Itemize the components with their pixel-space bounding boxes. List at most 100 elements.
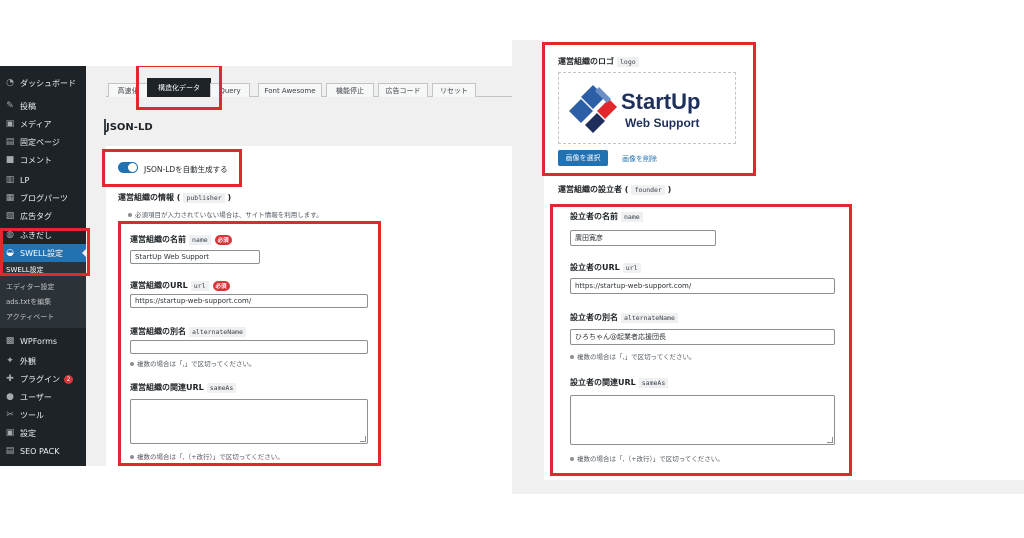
founder-heading-text: 運営組織の設立者 — [558, 185, 622, 194]
founder-url-label: 設立者のURL url — [570, 262, 641, 273]
tab-ad-code[interactable]: 広告コード — [378, 83, 428, 97]
sidebar-item-label: LP — [20, 175, 30, 185]
media-icon: ▣ — [5, 119, 15, 129]
sidebar-item-appearance[interactable]: ✦ 外観 — [0, 352, 86, 370]
publisher-heading: 運営組織の情報 (publisher ) — [118, 193, 232, 203]
founder-alt-code: alternateName — [621, 313, 678, 323]
jsonld-toggle[interactable] — [118, 162, 138, 173]
sidebar-item-seo-pack[interactable]: ▤ SEO PACK — [0, 442, 86, 460]
publisher-note-text: 必須項目が入力されていない場合は、サイト情報を利用します。 — [135, 211, 323, 219]
pin-icon: ✎ — [6, 101, 14, 111]
resize-handle-icon[interactable] — [827, 437, 833, 443]
org-alt-note: 複数の場合は「,」で区切ってください。 — [130, 358, 256, 368]
settings-icon: ▣ — [5, 428, 15, 438]
founder-sameas-label: 設立者の関連URL sameAs — [570, 377, 669, 388]
toggle-knob — [128, 163, 137, 172]
tools-icon: ✂ — [6, 410, 14, 420]
sidebar-item-swell-settings[interactable]: ◒ SWELL設定 — [0, 244, 86, 262]
org-sameas-note-text: 複数の場合は「,（+改行）」で区切ってください。 — [137, 453, 284, 461]
sidebar-item-comments[interactable]: ■ コメント — [0, 151, 86, 169]
section-title: JSON-LD — [106, 122, 153, 133]
submenu-swell-settings[interactable]: SWELL設定 — [0, 262, 86, 278]
org-name-code: name — [189, 235, 211, 245]
sidebar-item-label: SWELL設定 — [20, 248, 63, 258]
logo-label-text: 運営組織のロゴ — [558, 57, 614, 66]
bullet-icon — [570, 355, 574, 359]
sidebar-item-tools[interactable]: ✂ ツール — [0, 406, 86, 424]
tab-speedup[interactable]: 高速化 — [108, 83, 148, 97]
org-alt-input[interactable] — [130, 340, 368, 354]
founder-name-input[interactable]: 廣田寛彦 — [570, 230, 716, 246]
org-alt-code: alternateName — [189, 327, 246, 337]
wpforms-icon: ▩ — [5, 336, 15, 346]
founder-alt-note-text: 複数の場合は「,」で区切ってください。 — [577, 353, 696, 361]
founder-url-input[interactable]: https://startup-web-support.com/ — [570, 278, 835, 294]
select-image-button[interactable]: 画像を選択 — [558, 150, 608, 166]
founder-sameas-note-text: 複数の場合は「,（+改行）」で区切ってください。 — [577, 455, 724, 463]
org-sameas-textarea[interactable] — [130, 399, 368, 444]
org-alt-label: 運営組織の別名 alternateName — [130, 326, 246, 337]
sidebar-item-media[interactable]: ▣ メディア — [0, 115, 86, 133]
tab-reset[interactable]: リセット — [432, 83, 476, 97]
admin-sidebar: ◔ ダッシュボード ✎ 投稿 ▣ メディア ▤ 固定ページ ■ コメント ▥ LP ▦ ブログ… — [0, 66, 86, 466]
sidebar-item-wpforms[interactable]: ▩ WPForms — [0, 332, 86, 350]
tab-font-awesome[interactable]: Font Awesome — [258, 83, 322, 97]
org-url-code: url — [190, 281, 209, 291]
founder-sameas-note: 複数の場合は「,（+改行）」で区切ってください。 — [570, 453, 724, 463]
bullet-icon — [130, 455, 134, 459]
founder-url-label-text: 設立者のURL — [570, 263, 620, 272]
founder-name-label: 設立者の名前 name — [570, 211, 643, 222]
tab-disable-features[interactable]: 機能停止 — [326, 83, 374, 97]
org-sameas-label: 運営組織の関連URL sameAs — [130, 382, 237, 393]
founder-alt-input[interactable]: ひろちゃん@起業者応援団長 — [570, 329, 835, 345]
org-url-label: 運営組織のURL url 必須 — [130, 280, 230, 291]
publisher-code: publisher — [183, 193, 225, 203]
submenu-item-activate[interactable]: アクティベート — [6, 312, 54, 322]
bullet-icon — [130, 362, 134, 366]
sidebar-item-label: ツール — [20, 410, 44, 420]
tab-query[interactable]: Query — [210, 83, 250, 97]
founder-heading: 運営組織の設立者 (founder ) — [558, 185, 672, 195]
sidebar-item-balloon[interactable]: ◍ ふきだし — [0, 226, 86, 244]
org-alt-label-text: 運営組織の別名 — [130, 327, 186, 336]
sidebar-item-blog-parts[interactable]: ▦ ブログパーツ — [0, 189, 86, 207]
sidebar-item-label: SEO PACK — [20, 446, 60, 456]
sidebar-item-label: コメント — [20, 155, 52, 165]
org-sameas-code: sameAs — [206, 383, 237, 393]
sidebar-item-lp[interactable]: ▥ LP — [0, 171, 86, 189]
publisher-note: 必須項目が入力されていない場合は、サイト情報を利用します。 — [128, 209, 323, 219]
resize-handle-icon[interactable] — [360, 436, 366, 442]
page-icon: ▤ — [5, 137, 15, 147]
org-url-label-text: 運営組織のURL — [130, 281, 188, 290]
sidebar-item-dashboard[interactable]: ◔ ダッシュボード — [0, 74, 86, 92]
founder-alt-note: 複数の場合は「,」で区切ってください。 — [570, 351, 696, 361]
startup-logo-mark — [569, 85, 617, 133]
sidebar-item-users[interactable]: ● ユーザー — [0, 388, 86, 406]
ad-tag-icon: ▧ — [5, 211, 15, 221]
founder-sameas-code: sameAs — [638, 378, 669, 388]
org-url-input[interactable]: https://startup-web-support.com/ — [130, 294, 368, 308]
sidebar-item-settings[interactable]: ▣ 設定 — [0, 424, 86, 442]
submenu-item-editor[interactable]: エディター設定 — [6, 282, 55, 292]
org-name-input[interactable]: StartUp Web Support — [130, 250, 260, 264]
sidebar-item-label: WPForms — [20, 336, 58, 346]
founder-sameas-textarea[interactable] — [570, 395, 835, 445]
sidebar-item-label: ユーザー — [20, 392, 52, 402]
tab-structured-data[interactable]: 構造化データ — [147, 78, 211, 97]
sidebar-item-posts[interactable]: ✎ 投稿 — [0, 97, 86, 115]
logo-preview: StartUp Web Support — [558, 72, 736, 144]
delete-image-button[interactable]: 画像を削除 — [622, 154, 657, 164]
sidebar-item-label: 広告タグ — [20, 211, 52, 221]
submenu-item-ads-txt[interactable]: ads.txtを編集 — [6, 297, 51, 307]
users-icon: ● — [6, 392, 14, 402]
sidebar-item-ad-tag[interactable]: ▧ 広告タグ — [0, 207, 86, 225]
sidebar-item-pages[interactable]: ▤ 固定ページ — [0, 133, 86, 151]
org-alt-note-text: 複数の場合は「,」で区切ってください。 — [137, 360, 256, 368]
logo-founder-panel: 運営組織のロゴ logo StartUp Web Support 画像を選択 画像… — [544, 40, 1024, 480]
founder-alt-label-text: 設立者の別名 — [570, 313, 618, 322]
sidebar-item-plugins[interactable]: ✚ プラグイン 2 — [0, 370, 86, 388]
startup-logo-image: StartUp Web Support — [569, 85, 700, 133]
left-screenshot: ◔ ダッシュボード ✎ 投稿 ▣ メディア ▤ 固定ページ ■ コメント ▥ LP ▦ ブログ… — [0, 66, 512, 466]
sidebar-item-label: 投稿 — [20, 101, 36, 111]
lp-icon: ▥ — [5, 175, 15, 185]
